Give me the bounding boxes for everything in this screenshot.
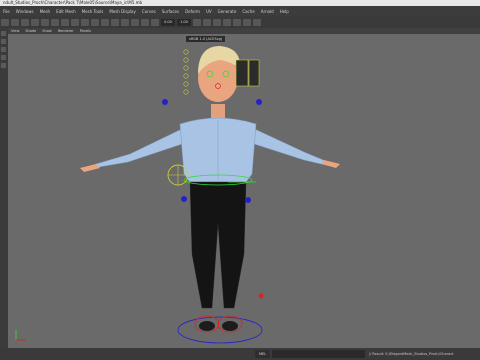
snap-point-icon[interactable] <box>131 18 139 26</box>
panel-menu-show[interactable]: Show <box>39 29 54 33</box>
pants <box>189 181 247 309</box>
textured-icon[interactable] <box>213 18 221 26</box>
lasso-icon[interactable] <box>61 18 69 26</box>
axis-gizmo <box>15 330 26 341</box>
main-menubar: File Windows Mesh Edit Mesh Mesh Tools M… <box>0 6 480 16</box>
shadows-icon[interactable] <box>233 18 241 26</box>
new-scene-icon[interactable] <box>1 18 9 26</box>
command-result: // Result: E:/ElegantMesh_Studios_Proch/… <box>368 352 454 356</box>
xray-icon[interactable] <box>253 18 261 26</box>
menu-mesh[interactable]: Mesh <box>37 9 54 14</box>
rotate-icon[interactable] <box>91 18 99 26</box>
smooth-shade-icon[interactable] <box>203 18 211 26</box>
wireframe-toggle-icon[interactable] <box>193 18 201 26</box>
scene-svg <box>15 46 340 344</box>
3d-viewport[interactable]: sRGB 1.0 (ACEScg) <box>8 34 480 348</box>
snap-grid-icon[interactable] <box>111 18 119 26</box>
color-space-label: sRGB 1.0 (ACEScg) <box>186 36 226 42</box>
toolbox <box>0 28 8 348</box>
face-picker-right[interactable] <box>248 59 260 87</box>
rotate-tool-icon[interactable] <box>1 55 6 60</box>
menu-curves[interactable]: Curves <box>139 9 159 14</box>
undo-icon[interactable] <box>31 18 39 26</box>
render-icon[interactable] <box>141 18 149 26</box>
neck <box>211 104 225 118</box>
menu-windows[interactable]: Windows <box>13 9 37 14</box>
left-shoe <box>199 321 215 331</box>
paint-select-icon[interactable] <box>71 18 79 26</box>
menu-edit-mesh[interactable]: Edit Mesh <box>53 9 79 14</box>
left-sleeve <box>92 125 189 169</box>
menu-surfaces[interactable]: Surfaces <box>159 9 182 14</box>
right-shoe <box>222 321 238 331</box>
face-picker-left[interactable] <box>235 59 249 87</box>
lasso-tool-icon[interactable] <box>1 39 6 44</box>
isolate-icon[interactable] <box>243 18 251 26</box>
command-line-bar: MEL // Result: E:/ElegantMesh_Studios_Pr… <box>0 348 480 360</box>
scale-icon[interactable] <box>101 18 109 26</box>
menu-cache[interactable]: Cache <box>239 9 257 14</box>
yellow-control-column[interactable] <box>183 49 189 95</box>
scale-tool-icon[interactable] <box>1 63 6 68</box>
redo-icon[interactable] <box>41 18 49 26</box>
field-a[interactable]: 0.00 <box>161 18 175 26</box>
command-input[interactable] <box>272 350 365 358</box>
menu-deform[interactable]: Deform <box>182 9 203 14</box>
left-hand <box>80 164 100 172</box>
command-language[interactable]: MEL <box>255 350 271 358</box>
lights-icon[interactable] <box>223 18 231 26</box>
select-tool-icon[interactable] <box>1 31 6 36</box>
move-icon[interactable] <box>81 18 89 26</box>
save-scene-icon[interactable] <box>21 18 29 26</box>
open-scene-icon[interactable] <box>11 18 19 26</box>
menu-arnold[interactable]: Arnold <box>258 9 277 14</box>
right-sleeve <box>247 125 331 167</box>
snap-curve-icon[interactable] <box>121 18 129 26</box>
move-tool-icon[interactable] <box>1 47 6 52</box>
menu-help[interactable]: Help <box>277 9 292 14</box>
window-title: ndult_Studios_Proch\Character\Pack 7\Mal… <box>3 0 143 5</box>
ipr-render-icon[interactable] <box>151 18 159 26</box>
menu-mesh-tools[interactable]: Mesh Tools <box>79 9 107 14</box>
menu-file[interactable]: File <box>0 9 13 14</box>
panel-menu-shade[interactable]: Shade <box>22 29 39 33</box>
field-b[interactable]: 1.00 <box>177 18 191 26</box>
panel-menu-panels[interactable]: Panels <box>77 29 94 33</box>
menu-uv[interactable]: UV <box>203 9 215 14</box>
root-control[interactable] <box>177 316 263 344</box>
panel-menu-renderer[interactable]: Renderer <box>55 29 77 33</box>
menu-generate[interactable]: Generate <box>215 9 240 14</box>
menu-mesh-display[interactable]: Mesh Display <box>106 9 139 14</box>
panel-menu-view[interactable]: View <box>8 29 22 33</box>
right-hand <box>322 160 340 168</box>
select-icon[interactable] <box>51 18 59 26</box>
